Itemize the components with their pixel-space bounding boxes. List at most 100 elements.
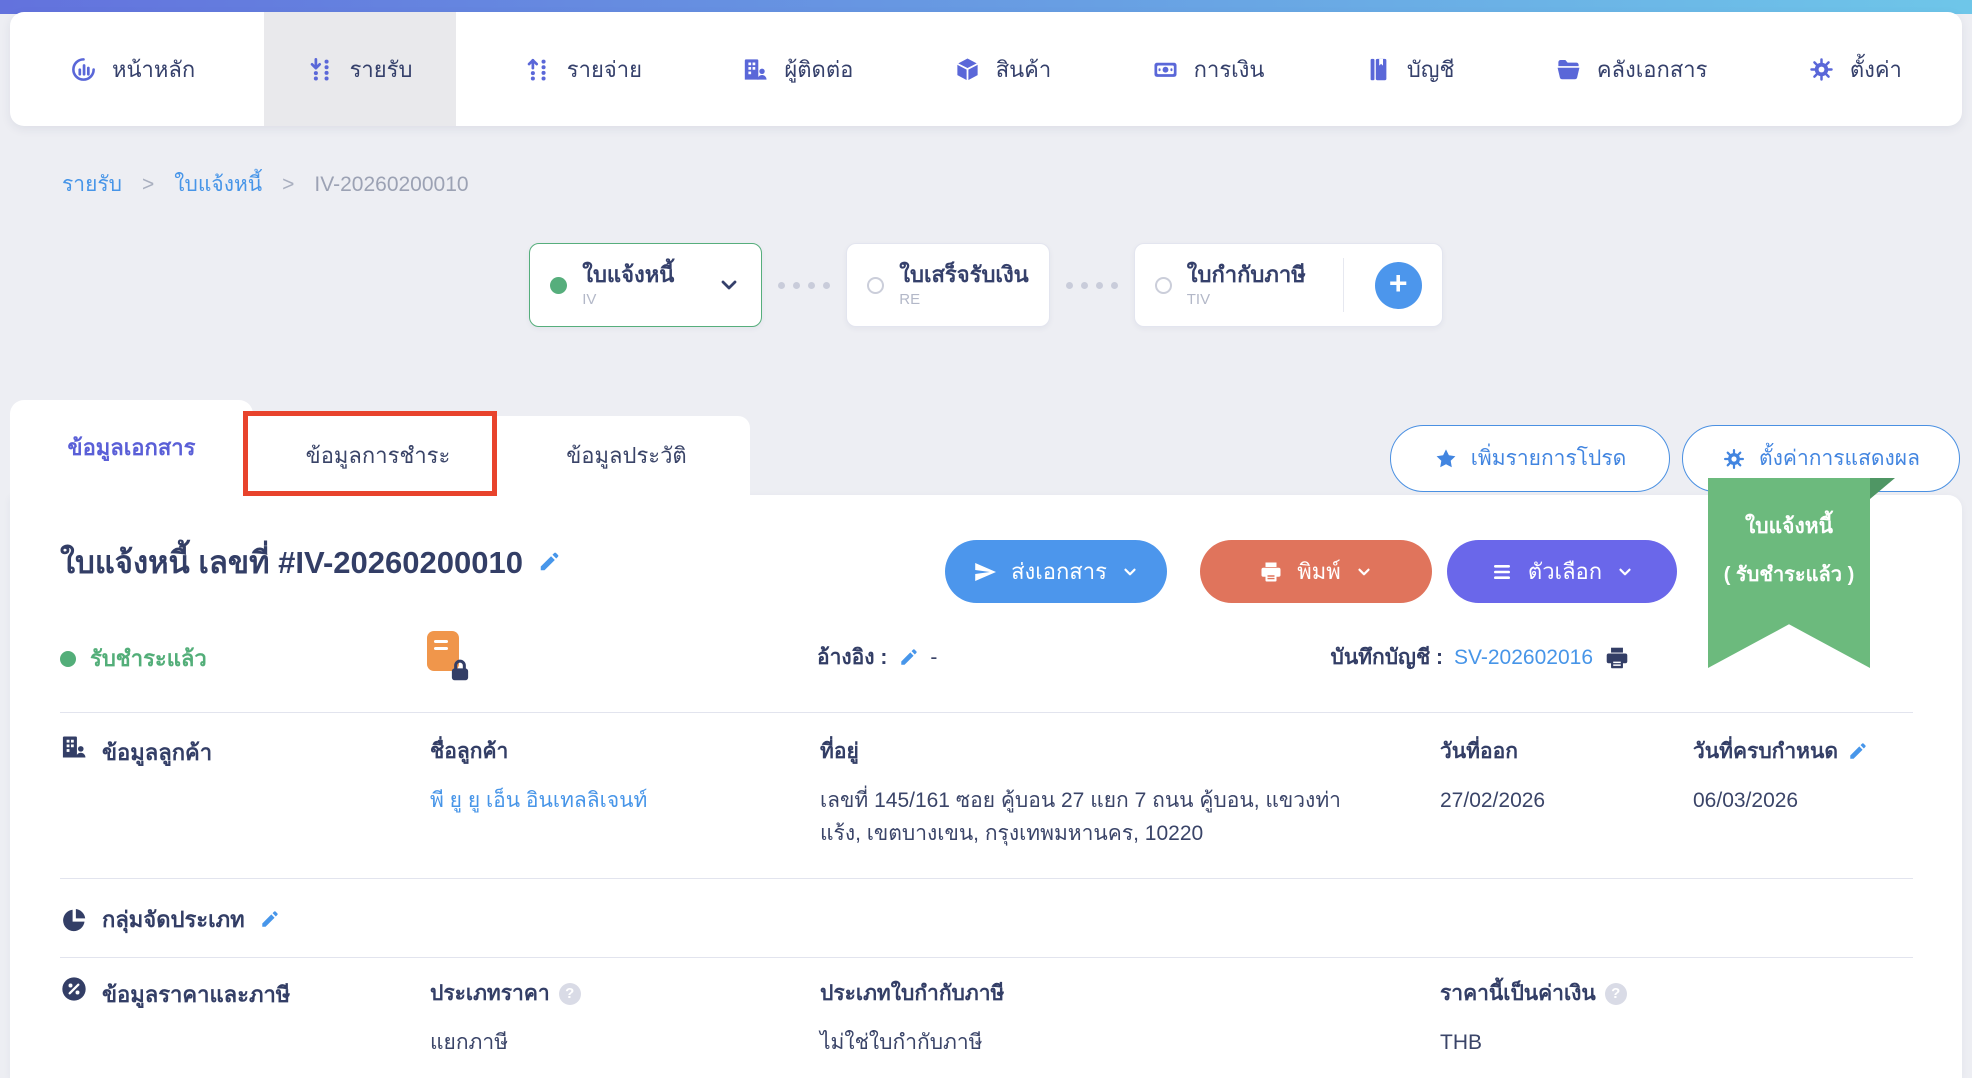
documents-icon — [1555, 56, 1582, 83]
stepper-connector-dots — [1066, 282, 1118, 289]
edit-due-date-icon[interactable] — [1847, 741, 1868, 762]
step-status-dot — [550, 277, 567, 294]
breadcrumb-income-link[interactable]: รายรับ — [62, 168, 122, 201]
display-settings-label: ตั้งค่าการแสดงผล — [1759, 442, 1920, 475]
journal-entry-link[interactable]: SV-202602016 — [1454, 646, 1593, 670]
due-date-label: วันที่ครบกำหนด — [1693, 735, 1838, 768]
nav-item-expense[interactable]: รายจ่าย — [493, 12, 674, 126]
price-type-label: ประเภทราคา — [430, 977, 550, 1010]
detail-tabs: ข้อมูลเอกสาร ข้อมูลการชำระ ข้อมูลประวัติ — [10, 400, 1020, 495]
address-value: เลขที่ 145/161 ซอย คู้บอน 27 แยก 7 ถนน ค… — [820, 785, 1440, 850]
nav-item-home[interactable]: หน้าหลัก — [38, 12, 227, 126]
breadcrumb-separator: > — [142, 173, 154, 197]
star-icon — [1434, 447, 1458, 471]
edit-classification-icon[interactable] — [259, 909, 280, 930]
print-label: พิมพ์ — [1297, 554, 1341, 589]
price-type-value: แยกภาษี — [430, 1027, 820, 1060]
nav-item-documents[interactable]: คลังเอกสาร — [1523, 12, 1740, 126]
reference-label: อ้างอิง : — [817, 641, 887, 674]
step-receipt[interactable]: ใบเสร็จรับเงิน RE — [846, 243, 1049, 327]
menu-icon — [1490, 560, 1514, 584]
customer-building-icon — [60, 733, 88, 761]
nav-label: การเงิน — [1194, 52, 1265, 87]
nav-item-accounting[interactable]: บัญชี — [1333, 12, 1487, 126]
issue-date-field: วันที่ออก 27/02/2026 — [1440, 735, 1693, 850]
step-invoice[interactable]: ใบแจ้งหนี้ IV — [529, 243, 762, 327]
nav-label: รายรับ — [350, 52, 413, 87]
status-label: รับชำระแล้ว — [90, 641, 207, 676]
nav-label: บัญชี — [1407, 52, 1455, 87]
main-navbar: หน้าหลัก รายรับ รายจ่าย ผู้ต — [10, 12, 1962, 126]
ribbon-status: ( รับชำระแล้ว ) — [1708, 558, 1870, 590]
add-favorite-label: เพิ่มรายการโปรด — [1471, 442, 1627, 475]
nav-label: สินค้า — [996, 52, 1052, 87]
expense-icon — [525, 56, 552, 83]
nav-label: คลังเอกสาร — [1597, 52, 1708, 87]
status-dot — [60, 651, 76, 667]
lock-icon — [447, 657, 473, 683]
add-favorite-button[interactable]: เพิ่มรายการโปรด — [1390, 425, 1670, 492]
customer-name-field: ชื่อลูกค้า พี ยู ยู เอ็น อินเทลลิเจนท์ — [430, 735, 820, 850]
locked-document-icon — [427, 631, 473, 683]
tab-document-info[interactable]: ข้อมูลเอกสาร — [10, 400, 253, 495]
customer-name-link[interactable]: พี ยู ยู เอ็น อินเทลลิเจนท์ — [430, 785, 820, 818]
breadcrumb-invoice-link[interactable]: ใบแจ้งหนี้ — [174, 168, 262, 201]
print-button[interactable]: พิมพ์ — [1200, 540, 1432, 603]
step-title: ใบแจ้งหนี้ — [582, 262, 674, 287]
edit-document-number-icon[interactable] — [537, 550, 561, 574]
step-tax-invoice[interactable]: ใบกำกับภาษี TIV + — [1134, 243, 1443, 327]
step-title: ใบกำกับภาษี — [1187, 262, 1306, 287]
chevron-down-icon — [1121, 563, 1139, 581]
tax-invoice-type-value: ไม่ใช่ใบกำกับภาษี — [820, 1027, 1440, 1060]
chevron-down-icon[interactable] — [717, 273, 741, 297]
send-label: ส่งเอกสาร — [1011, 554, 1107, 589]
step-code: IV — [582, 291, 674, 308]
due-date-field: วันที่ครบกำหนด 06/03/2026 — [1693, 735, 1913, 850]
breadcrumb-current: IV-20260200010 — [314, 173, 468, 197]
contacts-icon — [742, 56, 769, 83]
currency-field: ราคานี้เป็นค่าเงิน ? THB — [1440, 977, 1693, 1060]
edit-reference-icon[interactable] — [898, 647, 919, 668]
tab-payment-info[interactable]: ข้อมูลการชำระ — [253, 416, 503, 495]
options-button[interactable]: ตัวเลือก — [1447, 540, 1677, 603]
options-label: ตัวเลือก — [1528, 554, 1602, 589]
classification-label: กลุ่มจัดประเภท — [102, 902, 245, 937]
breadcrumb-separator: > — [282, 173, 294, 197]
due-date-value: 06/03/2026 — [1693, 785, 1913, 818]
finance-icon — [1152, 56, 1179, 83]
income-icon — [308, 56, 335, 83]
section-divider — [60, 878, 1913, 879]
add-document-button[interactable]: + — [1375, 262, 1422, 309]
tab-history-info[interactable]: ข้อมูลประวัติ — [503, 416, 750, 495]
customer-section-label: ข้อมูลลูกค้า — [102, 735, 212, 770]
nav-label: หน้าหลัก — [112, 52, 195, 87]
help-icon[interactable]: ? — [559, 983, 581, 1005]
address-label: ที่อยู่ — [820, 735, 1440, 768]
printer-icon — [1259, 560, 1283, 584]
help-icon[interactable]: ? — [1605, 983, 1627, 1005]
nav-item-income[interactable]: รายรับ — [264, 12, 457, 126]
status-badge: รับชำระแล้ว — [60, 641, 207, 676]
print-journal-icon[interactable] — [1604, 645, 1630, 671]
document-detail-card: ใบแจ้งหนี้ เลขที่ #IV-20260200010 ส่งเอก… — [10, 495, 1962, 1078]
stepper-divider — [1343, 258, 1344, 312]
stepper-connector-dots — [778, 282, 830, 289]
customer-name-label: ชื่อลูกค้า — [430, 735, 820, 768]
nav-item-settings[interactable]: ตั้งค่า — [1776, 12, 1934, 126]
reference-field: อ้างอิง : - — [817, 641, 937, 674]
step-code: TIV — [1187, 291, 1306, 308]
document-stepper: ใบแจ้งหนี้ IV ใบเสร็จรับเงิน RE ใบกำกับภ… — [0, 243, 1972, 327]
nav-item-products[interactable]: สินค้า — [922, 12, 1084, 126]
customer-address-field: ที่อยู่ เลขที่ 145/161 ซอย คู้บอน 27 แยก… — [820, 735, 1440, 850]
reference-value: - — [930, 646, 937, 670]
tax-invoice-type-field: ประเภทใบกำกับภาษี ไม่ใช่ใบกำกับภาษี — [820, 977, 1440, 1060]
journal-label: บันทึกบัญชี : — [1330, 641, 1443, 674]
step-code: RE — [899, 291, 1028, 308]
send-document-button[interactable]: ส่งเอกสาร — [945, 540, 1167, 603]
nav-item-finance[interactable]: การเงิน — [1120, 12, 1297, 126]
ribbon-title: ใบแจ้งหนี้ — [1708, 510, 1870, 543]
section-divider — [60, 957, 1913, 958]
nav-item-contacts[interactable]: ผู้ติดต่อ — [710, 12, 885, 126]
dashboard-icon — [70, 56, 97, 83]
nav-label: ตั้งค่า — [1850, 52, 1902, 87]
